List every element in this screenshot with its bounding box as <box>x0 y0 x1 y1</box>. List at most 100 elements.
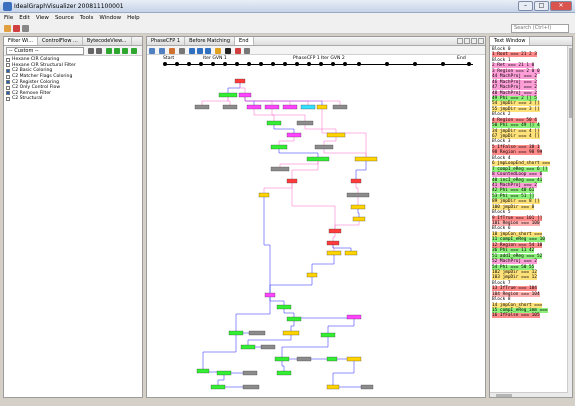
add-filter-icon[interactable] <box>131 48 137 54</box>
node-text: 9 IfTrue === 101 [] <box>492 215 543 221</box>
timeline-dot[interactable] <box>319 62 323 66</box>
tab-before-matching[interactable]: Before Matching <box>185 37 236 45</box>
graph-node <box>194 104 210 110</box>
scroll-right-icon[interactable] <box>464 38 470 44</box>
timeline-label: Iter GVN 2 <box>321 56 345 61</box>
filter-checkbox[interactable] <box>6 74 10 79</box>
menu-window[interactable]: Window <box>99 13 121 23</box>
graph-node <box>264 292 276 298</box>
graph-node <box>346 356 362 362</box>
timeline-dot[interactable] <box>385 62 389 66</box>
tab-end[interactable]: End <box>235 37 254 45</box>
successors-icon[interactable] <box>235 48 241 54</box>
timeline-dot[interactable] <box>223 62 227 66</box>
node-text: 46 MachProj === 2 <box>492 79 537 85</box>
ideal-graph[interactable] <box>147 69 485 398</box>
menu-file[interactable]: File <box>4 13 13 23</box>
tab-filter-window[interactable]: Filter Wi... <box>4 37 38 45</box>
horizontal-scrollbar[interactable] <box>490 392 568 397</box>
vertical-scrollbar[interactable] <box>567 46 572 397</box>
node-line[interactable]: 16 IfFalse === 105 <box>492 313 570 319</box>
menu-tools[interactable]: Tools <box>80 13 94 23</box>
scroll-left-icon[interactable] <box>457 38 463 44</box>
maximize-button[interactable]: □ <box>534 1 549 11</box>
timeline-dot[interactable] <box>343 62 347 66</box>
tab-text-window[interactable]: Text Window <box>490 37 531 45</box>
menu-source[interactable]: Source <box>55 13 74 23</box>
hide-icon[interactable] <box>159 48 165 54</box>
node-text: 12 Region === 54 10 <box>492 242 543 248</box>
panel-controls <box>457 38 484 44</box>
node-text: 54 Phi === 50 55 <box>492 264 535 270</box>
open-icon[interactable] <box>4 25 11 32</box>
overview-icon[interactable] <box>215 48 221 54</box>
search-input[interactable]: Search (Ctrl+I) <box>511 24 569 33</box>
filter-checkbox[interactable] <box>6 91 10 96</box>
timeline-dot[interactable] <box>307 62 311 66</box>
filter-checkbox[interactable] <box>6 96 10 101</box>
timeline-dot[interactable] <box>235 62 239 66</box>
zoom-out-icon[interactable] <box>197 48 203 54</box>
filter-checkbox[interactable] <box>6 57 10 62</box>
filter-checkbox[interactable] <box>6 80 10 85</box>
save-profile-icon[interactable] <box>96 48 102 54</box>
filter-checkbox[interactable] <box>6 85 10 90</box>
timeline-dot[interactable] <box>163 62 167 66</box>
menu-view[interactable]: View <box>36 13 49 23</box>
extract-icon[interactable] <box>169 48 175 54</box>
graph-node <box>306 272 318 278</box>
timeline-dot[interactable] <box>211 62 215 66</box>
settings-icon[interactable] <box>13 25 20 32</box>
timeline-dot[interactable] <box>283 62 287 66</box>
zoom-in-icon[interactable] <box>189 48 195 54</box>
filter-item[interactable]: C2 Structural <box>6 96 140 102</box>
filter-profile-select[interactable]: -- Custom -- <box>6 47 84 55</box>
timeline-dot[interactable] <box>259 62 263 66</box>
tab-bytecode-view[interactable]: BytecodeView... <box>83 37 132 45</box>
close-button[interactable]: ✕ <box>550 1 572 11</box>
timeline-dot[interactable] <box>331 62 335 66</box>
timeline-dot[interactable] <box>271 62 275 66</box>
expand-icon[interactable] <box>149 48 155 54</box>
tab-phasecfp[interactable]: PhaseCFP 1 <box>147 37 186 45</box>
move-up-icon[interactable] <box>106 48 112 54</box>
node-text: 34 jmpDir === 4 [] <box>492 128 540 134</box>
graph-edge <box>269 277 313 293</box>
maximize-panel-icon[interactable] <box>478 38 484 44</box>
timeline-dot[interactable] <box>175 62 179 66</box>
timeline-dot[interactable] <box>357 62 361 66</box>
graph-edge <box>332 245 352 251</box>
minimize-button[interactable]: – <box>518 1 533 11</box>
arrow-right-icon[interactable] <box>122 48 128 54</box>
timeline-dot[interactable] <box>247 62 251 66</box>
node-text: 4 Region === 50 4 <box>492 117 537 123</box>
filter-checkbox[interactable] <box>6 63 10 68</box>
menu-edit[interactable]: Edit <box>19 13 30 23</box>
remove-icon[interactable] <box>88 48 94 54</box>
move-down-icon[interactable] <box>114 48 120 54</box>
print-icon[interactable] <box>244 48 250 54</box>
filter-checkbox[interactable] <box>6 68 10 73</box>
zoom-fit-icon[interactable] <box>205 48 211 54</box>
graph-node <box>258 192 270 198</box>
scroll-thumb[interactable] <box>569 48 572 118</box>
text-content[interactable]: Block 01 Root === 21 2 3 Block 12 Ret ===… <box>490 46 572 320</box>
timeline-dot[interactable] <box>413 62 417 66</box>
tab-controlflow[interactable]: ControlFlow ... <box>38 37 83 45</box>
show-all-icon[interactable] <box>179 48 185 54</box>
predecessors-icon[interactable] <box>225 48 231 54</box>
timeline-dot[interactable] <box>467 62 471 66</box>
graph-node <box>326 250 342 256</box>
node-text: 8 CountedLoop === 6 <box>492 172 543 178</box>
scroll-thumb[interactable] <box>496 394 512 397</box>
menu-help[interactable]: Help <box>127 13 140 23</box>
timeline-dot[interactable] <box>441 62 445 66</box>
node-text: Block 5 <box>492 210 511 216</box>
save-icon[interactable] <box>22 25 29 32</box>
timeline-dot[interactable] <box>199 62 203 66</box>
tab-list-icon[interactable] <box>471 38 477 44</box>
timeline-dot[interactable] <box>187 62 191 66</box>
graph-edge <box>269 297 285 305</box>
timeline-dot[interactable] <box>295 62 299 66</box>
graph-node <box>344 250 358 256</box>
